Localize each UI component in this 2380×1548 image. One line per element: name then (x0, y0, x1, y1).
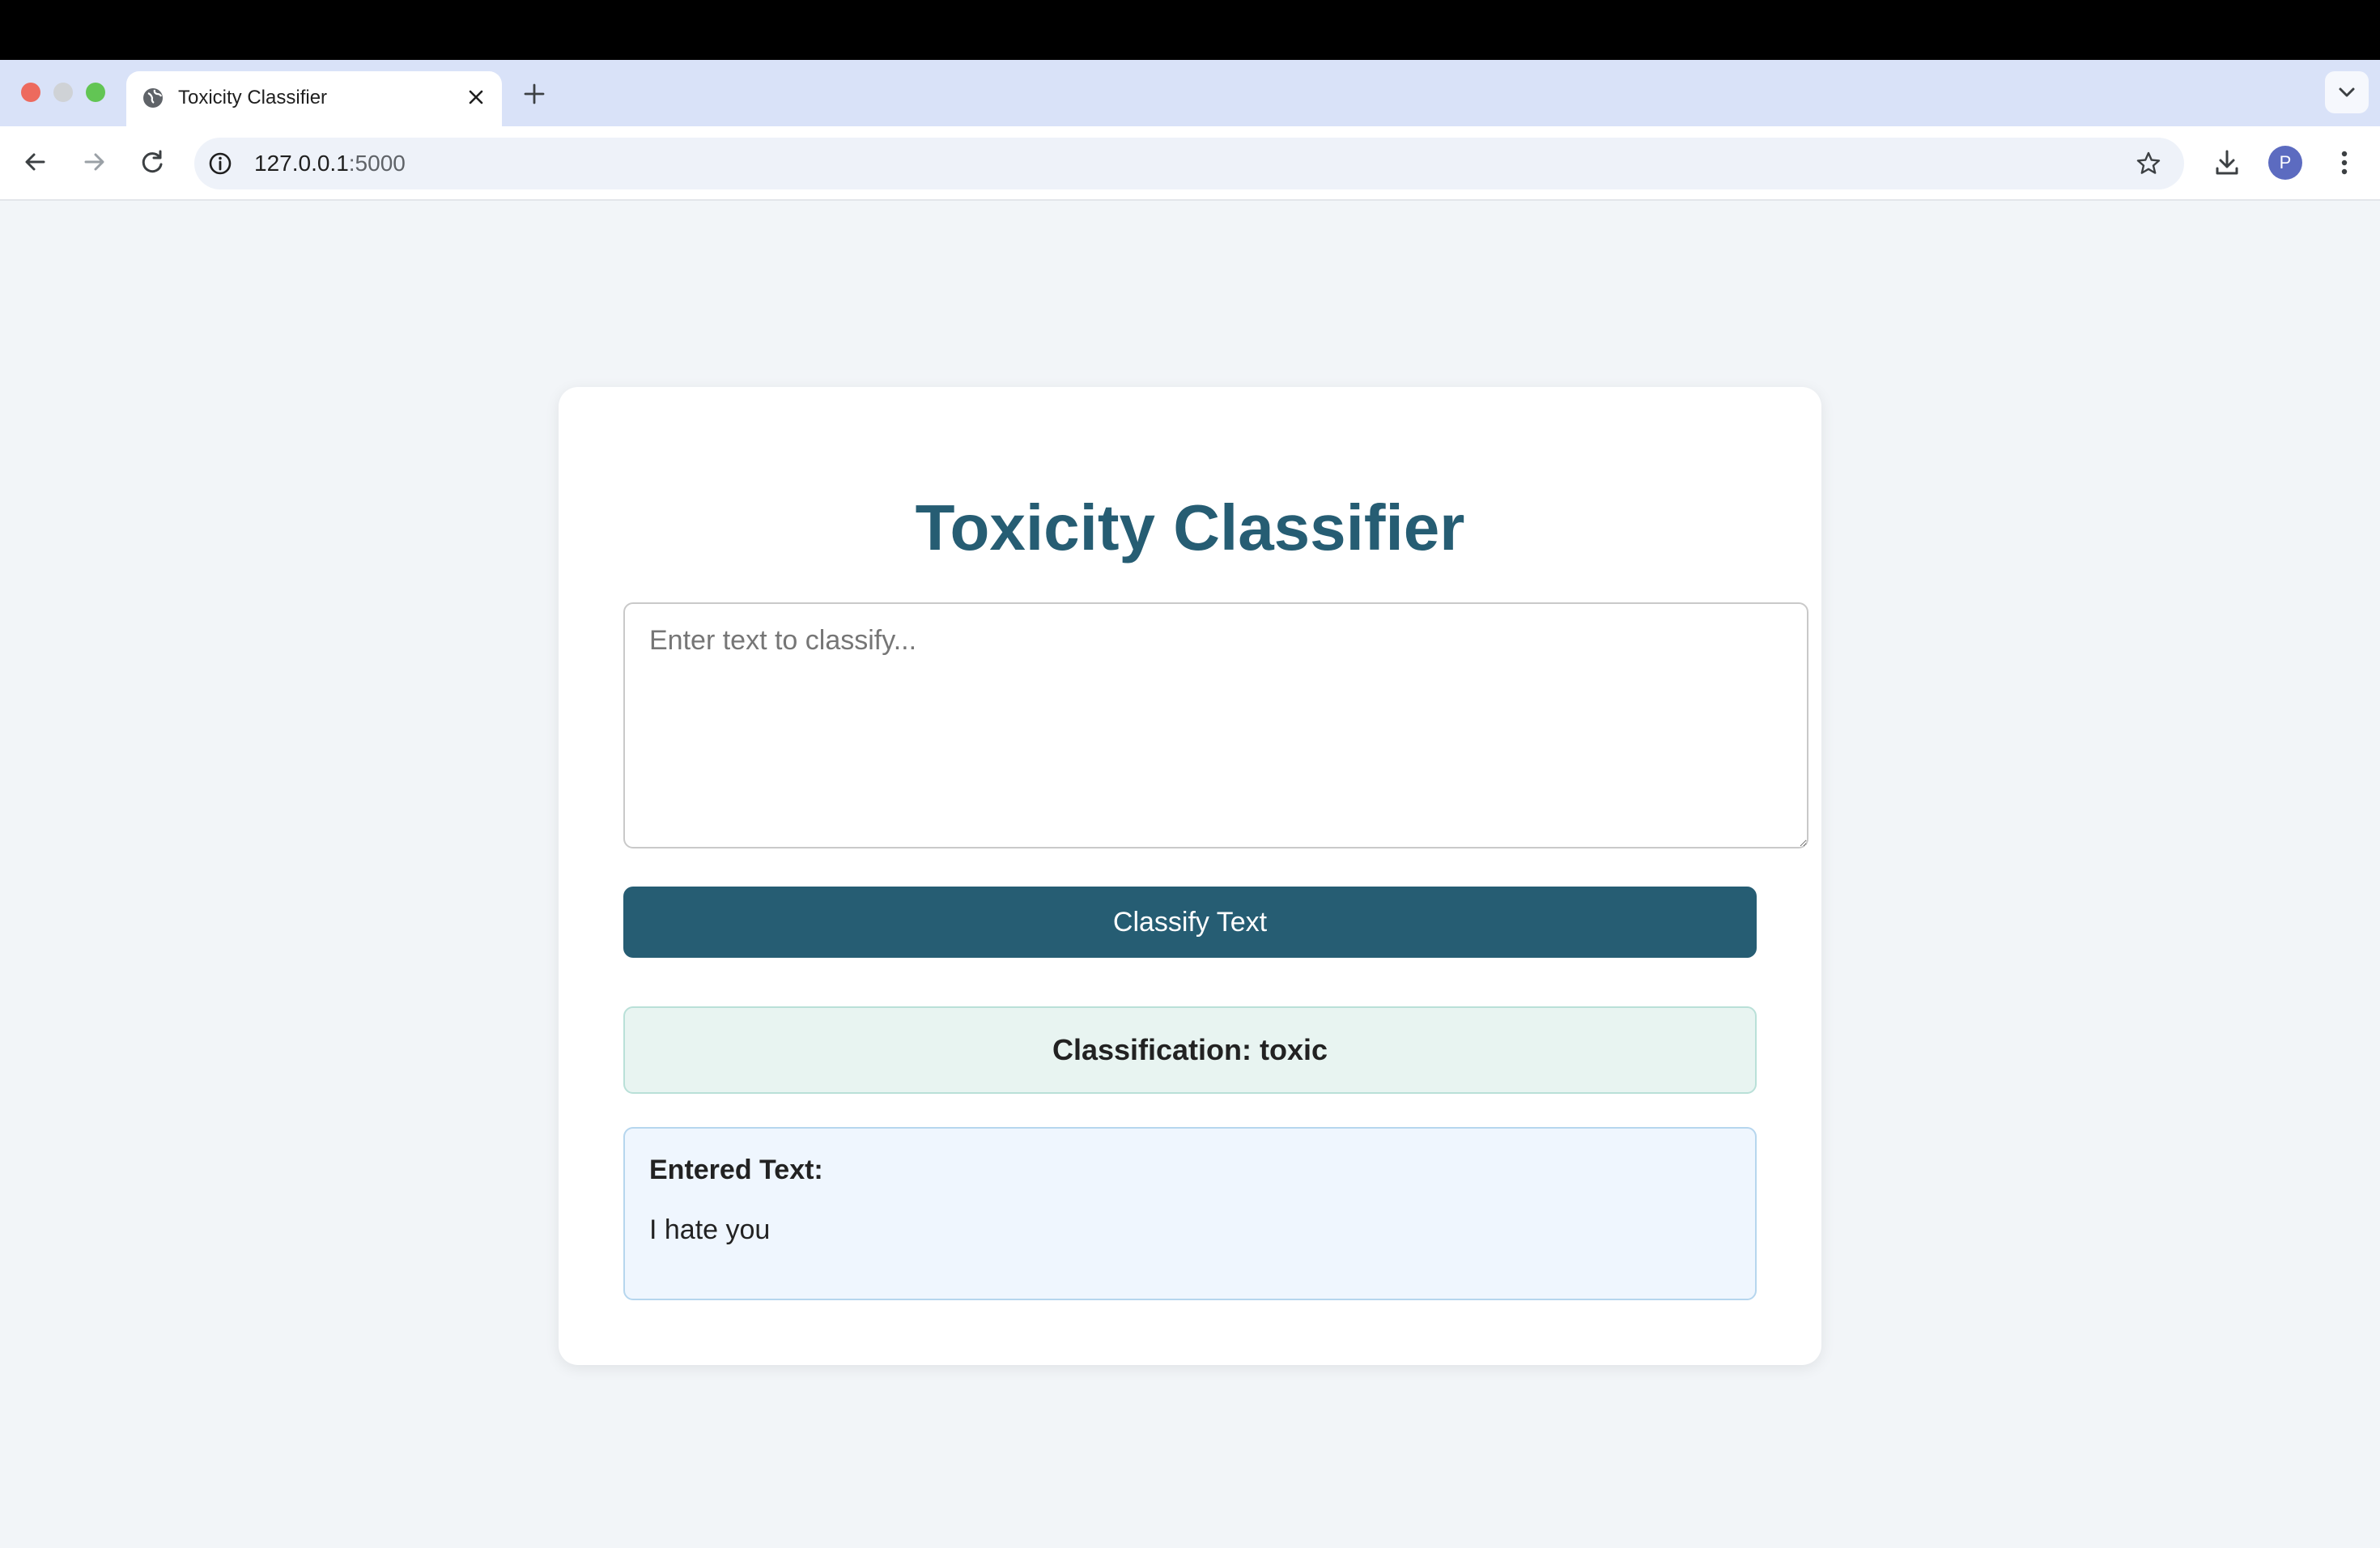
url-host: 127.0.0.1 (254, 151, 349, 176)
back-arrow-icon[interactable] (16, 142, 55, 181)
star-icon[interactable] (2134, 149, 2163, 178)
entered-text-value: I hate you (649, 1214, 771, 1245)
close-icon[interactable] (461, 83, 491, 112)
reload-icon[interactable] (133, 142, 172, 181)
window-zoom-button[interactable] (86, 83, 105, 102)
classify-button[interactable]: Classify Text (623, 887, 1757, 958)
entered-text-label: Entered Text: (649, 1155, 823, 1185)
entered-text-panel: Entered Text: I hate you (623, 1127, 1757, 1300)
browser-tab[interactable]: Toxicity Classifier (126, 71, 502, 126)
download-icon[interactable] (2208, 144, 2246, 181)
avatar[interactable]: P (2268, 146, 2302, 180)
info-icon[interactable] (206, 149, 235, 178)
address-bar[interactable]: 127.0.0.1:5000 (194, 138, 2184, 189)
plus-icon[interactable] (518, 78, 550, 110)
page-title: Toxicity Classifier (915, 491, 1465, 563)
more-vert-icon[interactable] (2328, 144, 2361, 181)
browser-toolbar: 127.0.0.1:5000 P (0, 126, 2380, 201)
window-close-button[interactable] (21, 83, 40, 102)
forward-arrow-icon[interactable] (74, 142, 113, 181)
chevron-down-icon (2339, 87, 2355, 97)
url-port: :5000 (348, 151, 406, 176)
text-input[interactable] (623, 602, 1808, 848)
globe-icon (143, 88, 163, 108)
system-menu-bar (0, 0, 2380, 60)
classification-result: Classification: toxic (623, 1006, 1757, 1094)
tab-title: Toxicity Classifier (178, 87, 328, 108)
window-minimize-button[interactable] (53, 83, 73, 102)
tab-search-button[interactable] (2325, 71, 2369, 113)
classifier-card: Toxicity Classifier Classify Text Classi… (559, 387, 1821, 1365)
address-url: 127.0.0.1:5000 (254, 151, 406, 176)
